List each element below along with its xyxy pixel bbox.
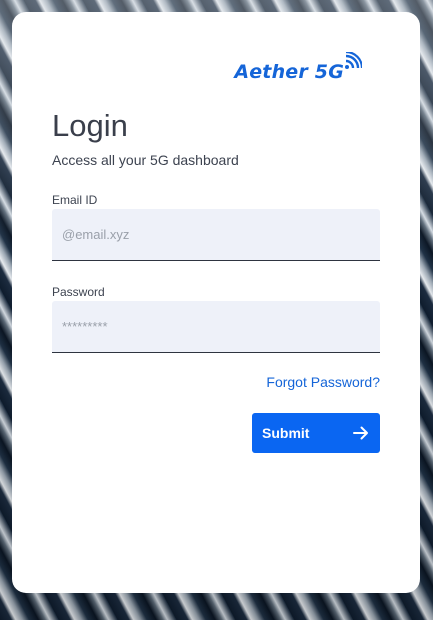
brand-logo: Aether 5G xyxy=(234,52,362,83)
password-label: Password xyxy=(52,285,105,299)
submit-button[interactable]: Submit xyxy=(252,413,380,453)
email-field[interactable] xyxy=(52,209,380,261)
arrow-right-icon xyxy=(353,426,368,440)
page-subtitle: Access all your 5G dashboard xyxy=(52,152,239,168)
wifi-signal-icon xyxy=(345,52,362,69)
email-label: Email ID xyxy=(52,193,98,207)
brand-name: Aether 5G xyxy=(234,61,344,83)
page-title: Login xyxy=(52,108,128,143)
forgot-password-link[interactable]: Forgot Password? xyxy=(266,374,380,390)
login-card: Aether 5G Login Access all your 5G dashb… xyxy=(12,12,420,593)
submit-button-label: Submit xyxy=(262,425,310,441)
password-field[interactable] xyxy=(52,301,380,353)
